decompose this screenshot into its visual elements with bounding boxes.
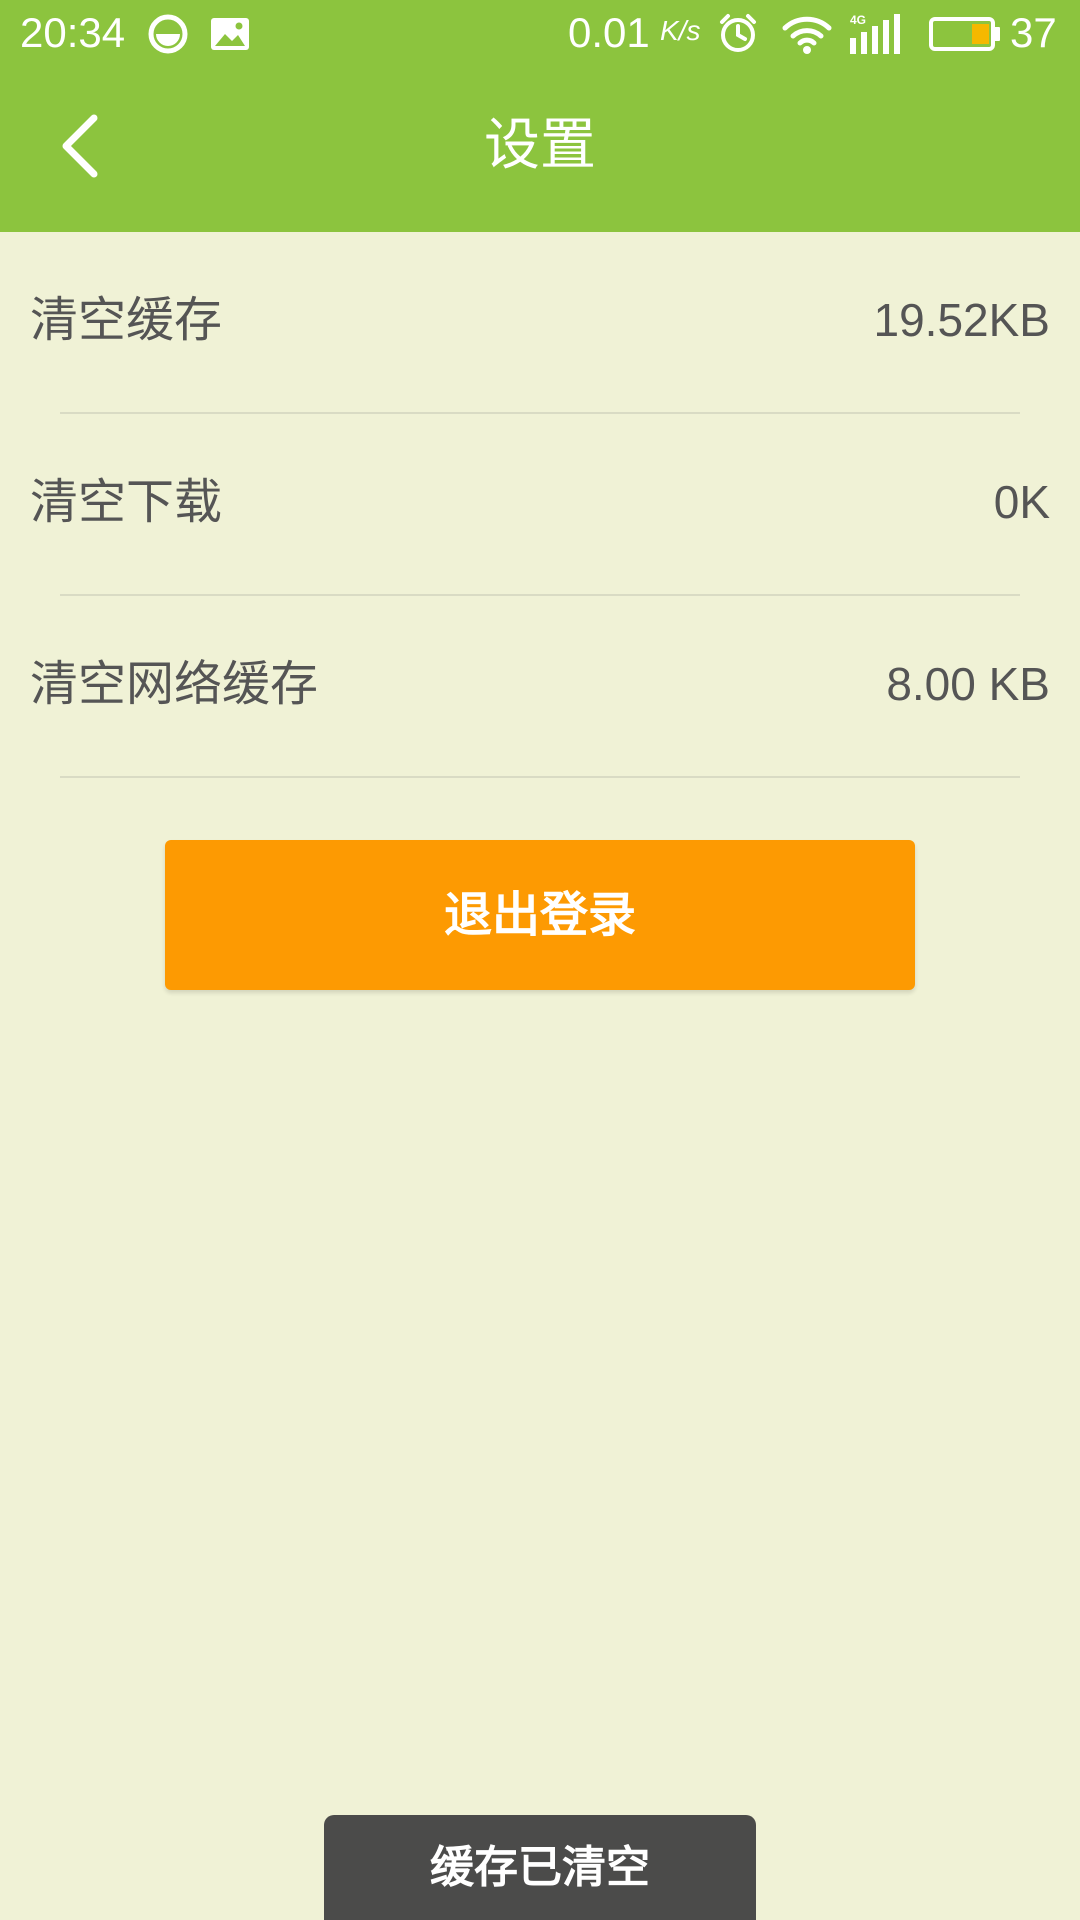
signal-icon: 4G: [848, 12, 906, 56]
divider: [60, 776, 1020, 778]
app-header: 设置: [0, 66, 1080, 232]
wifi-icon: [782, 12, 832, 56]
battery-percent: 37: [1010, 9, 1057, 56]
clear-cache-row[interactable]: 清空缓存 19.52KB: [0, 232, 1080, 414]
row-label: 清空缓存: [30, 292, 223, 348]
row-value: 0K: [993, 476, 1050, 528]
row-label: 清空网络缓存: [30, 656, 319, 712]
row-label: 清空下载: [30, 474, 223, 530]
image-icon: [208, 12, 252, 56]
logout-button[interactable]: 退出登录: [165, 840, 915, 990]
settings-list: 清空缓存 19.52KB 清空下载 0K 清空网络缓存 8.00 KB: [0, 232, 1080, 778]
network-speed: 0.01: [568, 9, 650, 56]
app-topbar: 20:34 0.01 K/s 4G 37 设置: [0, 0, 1080, 232]
page-title: 设置: [484, 113, 596, 178]
status-time: 20:34: [20, 9, 126, 56]
toast-message: 缓存已清空: [324, 1815, 756, 1920]
status-bar: 20:34 0.01 K/s 4G 37: [0, 0, 1080, 66]
alarm-icon: [716, 12, 760, 56]
row-value: 8.00 KB: [886, 658, 1050, 710]
clear-downloads-row[interactable]: 清空下载 0K: [0, 414, 1080, 596]
row-value: 19.52KB: [873, 294, 1050, 346]
app-notification-icon: [146, 12, 190, 56]
svg-text:4G: 4G: [850, 13, 866, 27]
network-speed-unit: K/s: [660, 15, 701, 46]
clear-network-cache-row[interactable]: 清空网络缓存 8.00 KB: [0, 596, 1080, 778]
battery-icon: [928, 14, 1002, 54]
